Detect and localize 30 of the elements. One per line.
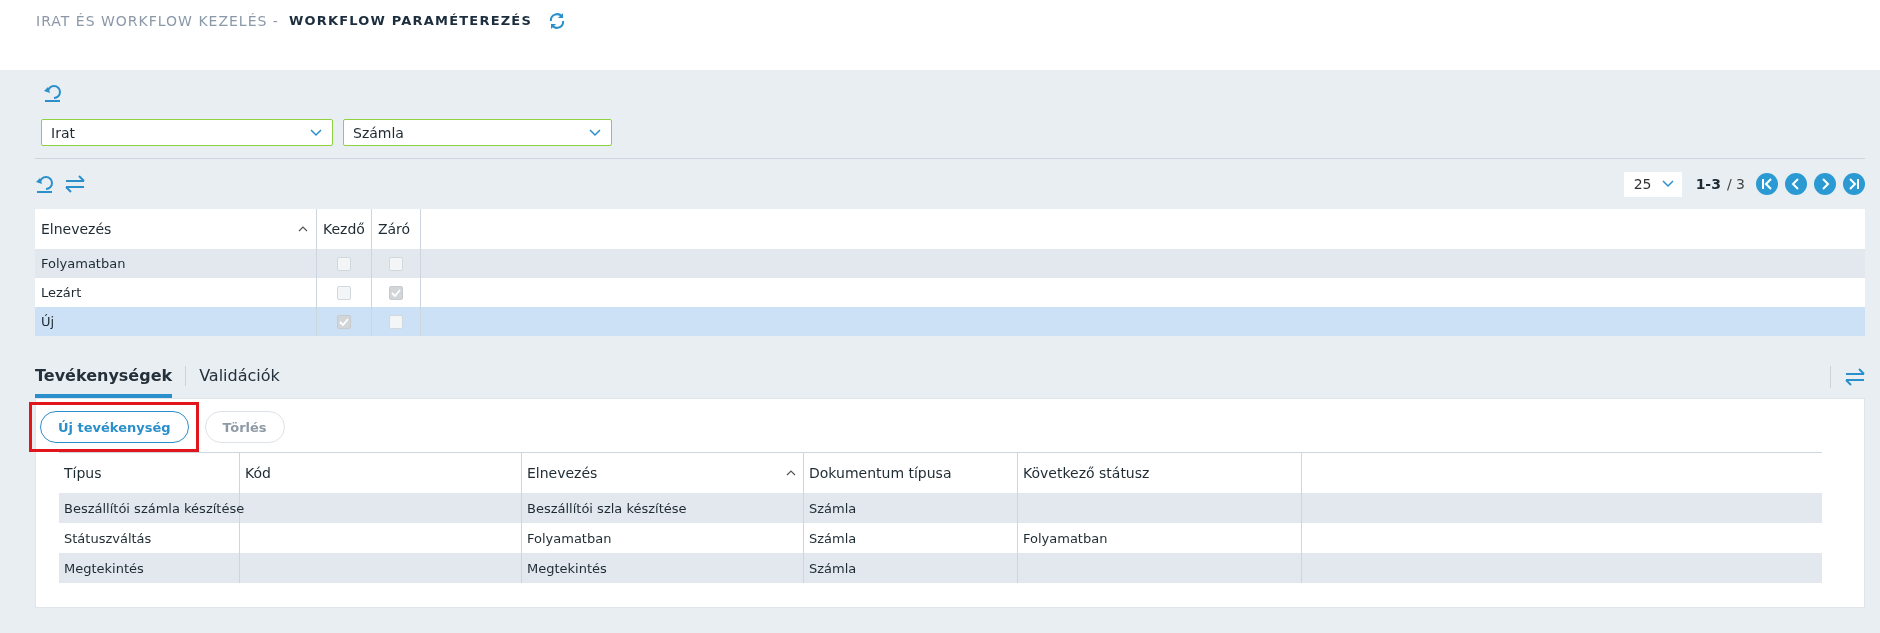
page-size-dropdown[interactable]: 25 (1623, 171, 1682, 197)
refresh-icon[interactable] (548, 12, 566, 30)
table-cell: Beszállítói szla készítése (522, 493, 804, 523)
button[interactable]: Új tevékenység (40, 411, 189, 443)
previous-page-button[interactable] (1785, 173, 1807, 195)
table-cell: Számla (804, 493, 1018, 523)
sort-up-icon (298, 226, 308, 232)
chevron-down-icon (1661, 180, 1674, 188)
table-cell: Megtekintés (59, 553, 240, 583)
table-row[interactable]: Megtekintés Megtekintés Számla (59, 553, 1822, 583)
table-cell: Megtekintés (522, 553, 804, 583)
next-page-button[interactable] (1814, 173, 1836, 195)
chevron-down-icon (310, 128, 322, 137)
dropdown[interactable]: Számla (343, 119, 612, 146)
first-page-button[interactable] (1756, 173, 1778, 195)
table-cell: Számla (804, 553, 1018, 583)
tab[interactable]: Validációk (199, 358, 280, 398)
page-range: 1-3 (1695, 176, 1721, 192)
swap-icon[interactable] (1845, 368, 1865, 386)
chevron-down-icon (589, 128, 601, 137)
swap-icon[interactable] (65, 175, 85, 193)
table-row[interactable]: Beszállítói számla készítése Beszállítói szla készítése Számla (59, 493, 1822, 523)
page-total: / 3 (1726, 176, 1745, 192)
reset-icon[interactable] (35, 174, 55, 194)
sort-up-icon (786, 470, 796, 476)
page-title: WORKFLOW PARAMÉTEREZÉS (288, 12, 532, 30)
button: Törlés (204, 411, 285, 443)
last-page-button[interactable] (1843, 173, 1865, 195)
dropdown[interactable]: Irat (41, 119, 333, 146)
reset-icon[interactable] (43, 83, 63, 103)
